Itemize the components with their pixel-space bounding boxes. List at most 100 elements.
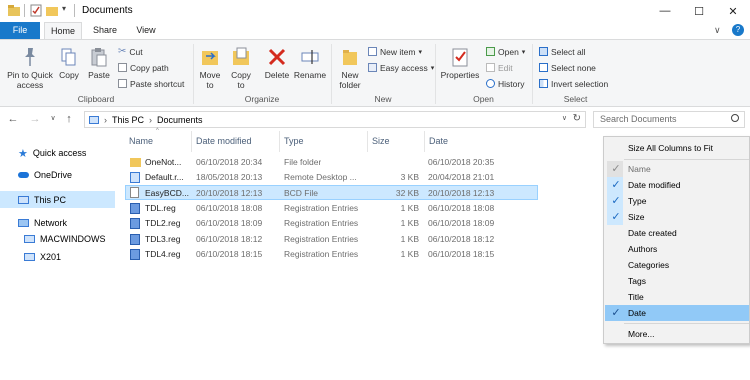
tab-file[interactable]: File xyxy=(0,22,40,39)
history-button[interactable]: History xyxy=(486,77,524,90)
invert-selection-button[interactable]: Invert selection xyxy=(539,77,608,90)
delete-label: Delete xyxy=(264,70,290,80)
cut-button[interactable]: ✂ Cut xyxy=(118,45,143,58)
delete-button[interactable]: Delete xyxy=(262,46,292,80)
edit-button[interactable]: Edit xyxy=(486,61,513,74)
file-date: 06/10/2018 18:12 xyxy=(428,234,495,244)
nav-item-macwindows[interactable]: MACWINDOWS xyxy=(0,231,115,247)
nav-item-quick-access[interactable]: ★ Quick access xyxy=(0,145,115,161)
move-to-label: Move xyxy=(199,70,221,80)
search-input[interactable]: Search Documents xyxy=(593,111,745,128)
menu-item-date[interactable]: ✓ Date xyxy=(605,305,749,321)
rename-button[interactable]: Rename xyxy=(293,46,327,80)
menu-item-categories[interactable]: Categories xyxy=(605,257,749,273)
menu-item-date-created[interactable]: Date created xyxy=(605,225,749,241)
menu-item-label: Size xyxy=(628,212,645,222)
nav-label: This PC xyxy=(34,194,67,205)
paste-button[interactable]: Paste xyxy=(86,46,112,80)
menu-item-date-modified[interactable]: ✓ Date modified xyxy=(605,177,749,193)
registry-file-icon xyxy=(130,218,140,229)
qat-dropdown-icon[interactable]: ▾ xyxy=(62,4,66,13)
menu-item-size[interactable]: ✓ Size xyxy=(605,209,749,225)
menu-item-tags[interactable]: Tags xyxy=(605,273,749,289)
ribbon-collapse-icon[interactable]: ∨ xyxy=(714,25,721,36)
paste-icon xyxy=(90,46,108,70)
new-folder-button[interactable]: New folder xyxy=(336,46,364,90)
menu-item-title[interactable]: Title xyxy=(605,289,749,305)
paste-label: Paste xyxy=(88,70,110,80)
nav-item-this-pc[interactable]: This PC xyxy=(0,191,115,208)
nav-item-network[interactable]: Network xyxy=(0,215,115,231)
menu-item-type[interactable]: ✓ Type xyxy=(605,193,749,209)
minimize-button[interactable]: — xyxy=(648,0,682,22)
tab-view[interactable]: View xyxy=(127,22,165,39)
column-header-size[interactable]: Size xyxy=(369,131,425,152)
file-row[interactable]: Default.r... 18/05/2018 20:13 Remote Des… xyxy=(125,170,538,185)
file-row[interactable]: TDL3.reg 06/10/2018 18:12 Registration E… xyxy=(125,232,538,247)
menu-item-more[interactable]: More... xyxy=(605,326,749,342)
copy-button[interactable]: Copy xyxy=(56,46,82,80)
easy-access-dropdown-icon: ▾ xyxy=(430,64,435,72)
address-dropdown-icon[interactable]: ∨ xyxy=(562,114,567,122)
open-dropdown-icon: ▾ xyxy=(521,48,526,56)
file-modified: 06/10/2018 18:09 xyxy=(196,218,263,228)
help-icon[interactable]: ? xyxy=(732,24,744,36)
menu-item-size-all-columns[interactable]: Size All Columns to Fit xyxy=(605,139,749,157)
computer-icon xyxy=(24,235,35,243)
up-arrow-icon[interactable]: ↑ xyxy=(62,111,76,127)
tab-share[interactable]: Share xyxy=(86,22,124,39)
column-header-type[interactable]: Type xyxy=(281,131,368,152)
easy-access-button[interactable]: Easy access ▾ xyxy=(368,61,434,74)
nav-item-onedrive[interactable]: OneDrive xyxy=(0,167,115,183)
pin-to-quick-access-button[interactable]: Pin to Quick access xyxy=(5,46,55,90)
new-folder-qat-icon[interactable] xyxy=(46,5,58,16)
new-folder-label-2: folder xyxy=(339,80,361,90)
forward-arrow-icon[interactable]: → xyxy=(28,111,42,127)
search-icon[interactable] xyxy=(731,114,739,122)
paste-shortcut-label: Paste shortcut xyxy=(130,78,185,89)
file-modified: 18/05/2018 20:13 xyxy=(196,172,263,182)
menu-item-authors[interactable]: Authors xyxy=(605,241,749,257)
breadcrumb-documents[interactable]: Documents xyxy=(157,115,203,125)
history-label: History xyxy=(498,78,525,89)
file-modified: 06/10/2018 18:15 xyxy=(196,249,263,259)
breadcrumb-this-pc[interactable]: This PC xyxy=(112,115,144,125)
folder-icon xyxy=(130,158,141,167)
paste-shortcut-button[interactable]: Paste shortcut xyxy=(118,77,184,90)
file-row[interactable]: OneNot... 06/10/2018 20:34 File folder 0… xyxy=(125,155,538,170)
column-header-date-modified[interactable]: Date modified xyxy=(193,131,280,152)
select-all-button[interactable]: Select all xyxy=(539,45,586,58)
open-button[interactable]: Open ▾ xyxy=(486,45,525,58)
recent-locations-chevron-icon[interactable]: ∨ xyxy=(46,111,60,127)
select-none-icon xyxy=(539,63,548,72)
copy-to-button[interactable]: Copy to xyxy=(228,46,254,90)
nav-item-x201[interactable]: X201 xyxy=(0,249,115,265)
address-bar[interactable]: › This PC › Documents ∨ ↻ xyxy=(84,111,586,128)
file-row-selected[interactable]: EasyBCD... 20/10/2018 12:13 BCD File 32 … xyxy=(125,185,538,200)
file-modified: 06/10/2018 20:34 xyxy=(196,157,263,167)
properties-qat-icon[interactable] xyxy=(30,4,42,17)
column-header-name[interactable]: Name xyxy=(126,131,192,152)
select-none-button[interactable]: Select none xyxy=(539,61,596,74)
refresh-icon[interactable]: ↻ xyxy=(573,113,581,124)
copy-path-button[interactable]: Copy path xyxy=(118,61,169,74)
file-date: 06/10/2018 20:35 xyxy=(428,157,495,167)
back-arrow-icon[interactable]: ← xyxy=(6,111,20,127)
file-row[interactable]: TDL4.reg 06/10/2018 18:15 Registration E… xyxy=(125,247,538,262)
select-all-label: Select all xyxy=(551,46,586,57)
maximize-button[interactable]: ☐ xyxy=(682,0,716,22)
move-to-button[interactable]: Move to xyxy=(197,46,223,90)
file-size: 32 KB xyxy=(395,188,419,198)
tab-home[interactable]: Home xyxy=(44,22,82,39)
file-row[interactable]: TDL.reg 06/10/2018 18:08 Registration En… xyxy=(125,201,538,216)
menu-item-name[interactable]: ✓ Name xyxy=(605,161,749,177)
column-header-date[interactable]: Date xyxy=(426,131,538,152)
close-button[interactable]: ✕ xyxy=(716,0,750,22)
properties-button[interactable]: Properties xyxy=(440,46,480,80)
copy-path-icon xyxy=(118,63,127,72)
move-to-label-2: to xyxy=(206,80,214,90)
file-type: File folder xyxy=(284,157,322,167)
file-row[interactable]: TDL2.reg 06/10/2018 18:09 Registration E… xyxy=(125,216,538,231)
breadcrumb-separator-icon: › xyxy=(149,114,153,125)
new-item-button[interactable]: New item ▾ xyxy=(368,45,422,58)
